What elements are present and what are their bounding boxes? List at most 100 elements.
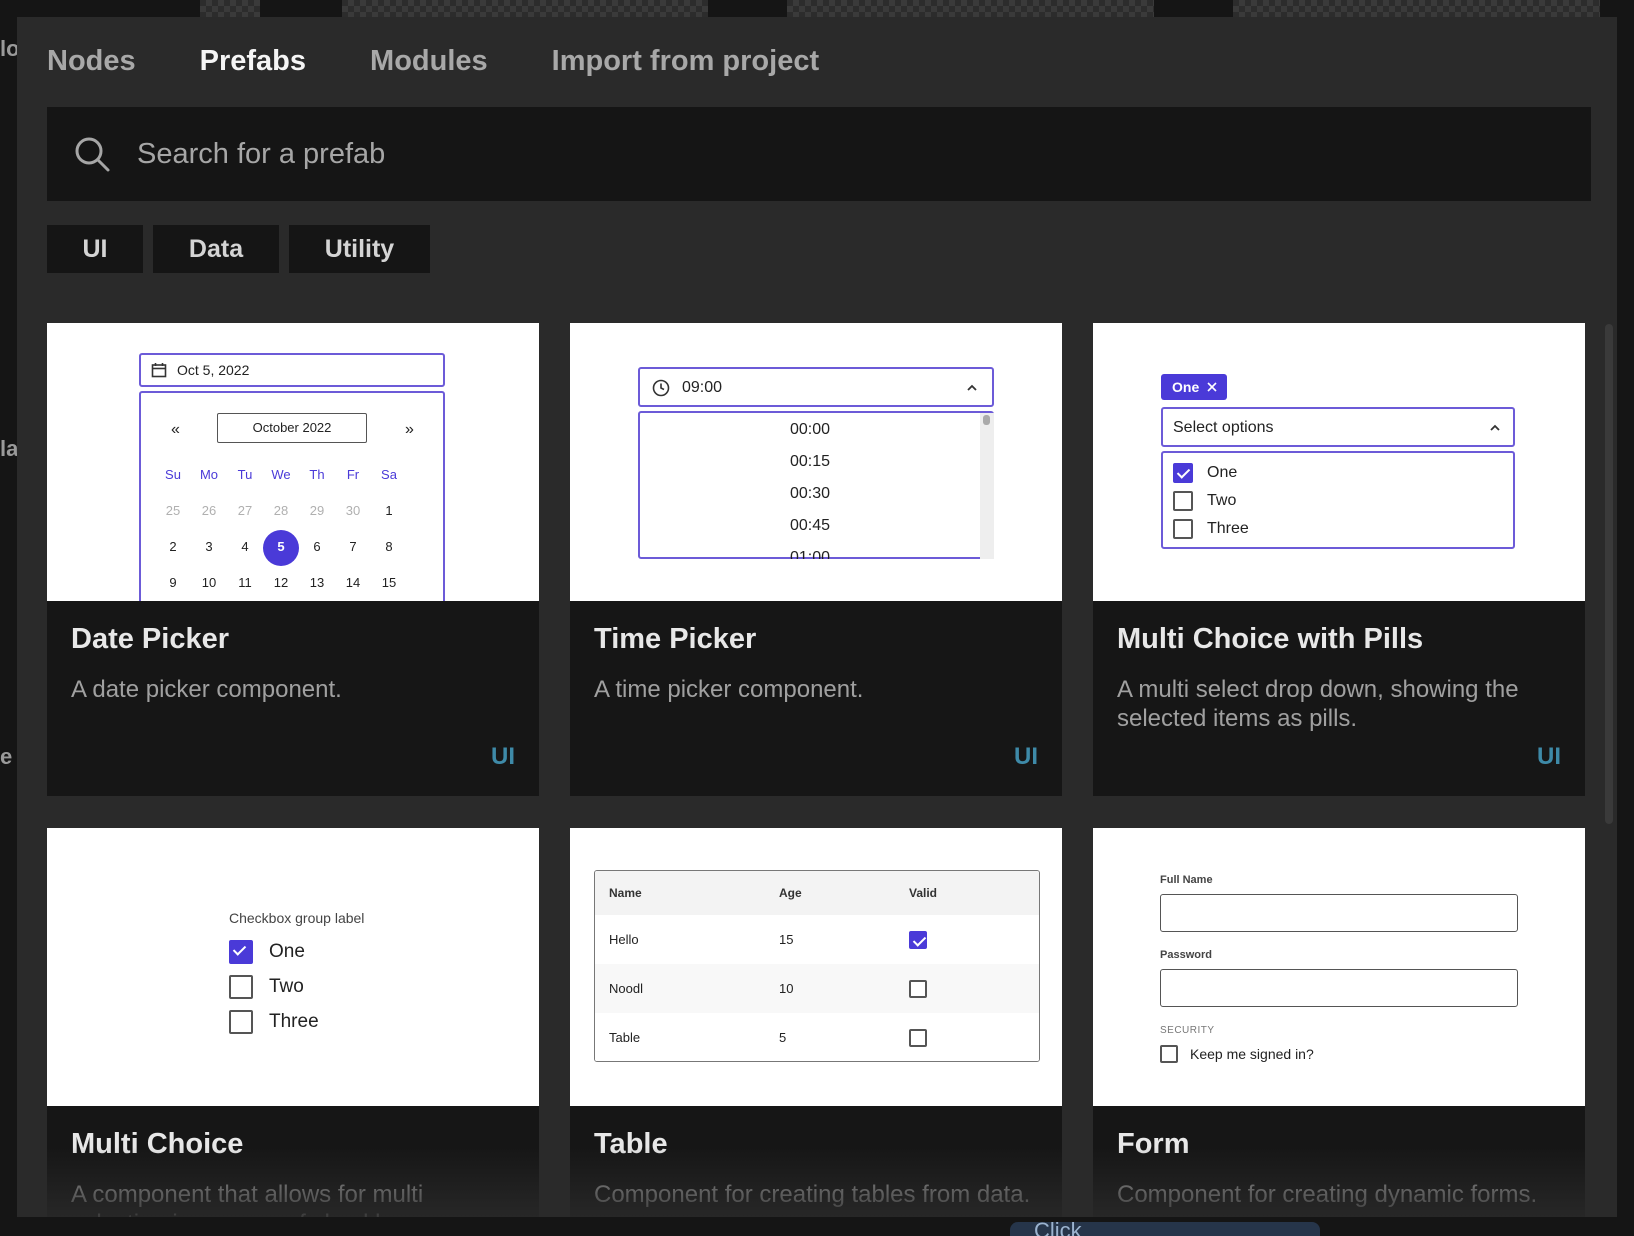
- chevron-up-icon: [967, 384, 977, 391]
- time-option: 00:00: [789, 421, 831, 438]
- prefab-card-table[interactable]: Name Age Valid Hello 15 Noodl 10 Table 5: [570, 828, 1062, 1217]
- calendar-day: 28: [273, 503, 289, 518]
- checkbox: [1173, 491, 1193, 511]
- card-category-tag: UI: [1537, 743, 1561, 770]
- card-category-tag: UI: [491, 743, 515, 770]
- cell-name: Table: [609, 1030, 641, 1045]
- calendar-day: 11: [238, 575, 252, 590]
- time-options-list-preview: 00:00 00:15 00:30 00:45 01:00: [638, 411, 994, 559]
- options-list-preview: One Two Three: [1161, 451, 1515, 549]
- pill-label: One: [1172, 379, 1200, 395]
- search-bar: [47, 107, 1591, 201]
- option-label: Three: [269, 1011, 319, 1032]
- tab-nodes[interactable]: Nodes: [47, 45, 136, 78]
- option-label: One: [269, 941, 305, 962]
- time-option: 00:45: [789, 517, 831, 534]
- list-scrollbar: [980, 413, 994, 559]
- calendar-day: 4: [241, 539, 249, 554]
- filter-data-button[interactable]: Data: [153, 225, 279, 273]
- card-title: Form: [1117, 1128, 1190, 1160]
- canvas-tile: [787, 0, 1154, 17]
- table-row: Hello 15: [595, 915, 1039, 964]
- field-label: Password: [1160, 949, 1212, 961]
- category-filters: UI Data Utility: [47, 225, 430, 273]
- checkbox-checked: [1173, 463, 1193, 483]
- prefab-card-multi-choice-pills[interactable]: One Select options One Two Three Multi C…: [1093, 323, 1585, 796]
- option-label: Two: [1207, 492, 1237, 509]
- time-option: 00:30: [789, 485, 831, 502]
- form-preview: Full Name Password SECURITY Keep me sign…: [1093, 828, 1585, 1106]
- card-description: A component that allows for multi select…: [71, 1181, 446, 1217]
- table-header-row: Name Age Valid: [595, 871, 1039, 915]
- cell-age: 5: [779, 1030, 787, 1045]
- password-field: [1160, 969, 1518, 1007]
- checkbox-checked: [229, 940, 253, 964]
- prefab-card-multi-choice[interactable]: Checkbox group label One Two Three Multi…: [47, 828, 539, 1217]
- calendar-popup-preview: « October 2022 » Su Mo Tu We Th Fr Sa 25 26 27 28…: [139, 391, 445, 601]
- calendar-day: 2: [169, 539, 177, 554]
- search-input[interactable]: [137, 137, 1437, 171]
- calendar-day: 30: [345, 503, 361, 518]
- card-title: Multi Choice with Pills: [1117, 623, 1424, 655]
- background-label: e: [0, 744, 13, 769]
- valid-checkbox: [909, 1029, 927, 1047]
- date-input-value: Oct 5, 2022: [177, 362, 250, 378]
- prev-month-icon: «: [171, 421, 180, 438]
- weekday-label: Sa: [381, 467, 397, 482]
- multi-choice-pills-preview: One Select options One Two Three: [1093, 323, 1585, 601]
- background-button-label: Click: [1034, 1218, 1082, 1236]
- tab-prefabs[interactable]: Prefabs: [200, 45, 306, 78]
- select-input-preview: Select options: [1161, 407, 1515, 447]
- table-row: Noodl 10: [595, 964, 1039, 1013]
- close-icon: [1207, 382, 1217, 392]
- time-options: 00:00 00:15 00:30 00:45 01:00: [640, 413, 980, 559]
- time-picker-preview: 09:00 00:00 00:15 00:30 00:45 01:00: [570, 323, 1062, 601]
- cell-name: Noodl: [609, 981, 643, 996]
- prefab-card-date-picker[interactable]: Oct 5, 2022 « October 2022 » Su Mo Tu We Th F…: [47, 323, 539, 796]
- full-name-field: [1160, 894, 1518, 932]
- month-label: October 2022: [217, 413, 367, 443]
- calendar-day: 6: [313, 539, 321, 554]
- filter-utility-button[interactable]: Utility: [289, 225, 430, 273]
- cell-age: 10: [779, 981, 794, 996]
- calendar-icon: [151, 363, 167, 378]
- checkbox: [229, 975, 253, 999]
- tab-bar: Nodes Prefabs Modules Import from projec…: [47, 45, 819, 78]
- table-frame: Name Age Valid Hello 15 Noodl 10 Table 5: [594, 870, 1040, 1062]
- select-placeholder: Select options: [1173, 419, 1274, 436]
- card-title: Multi Choice: [71, 1128, 244, 1160]
- canvas-tile: [342, 0, 708, 17]
- section-label: SECURITY: [1160, 1025, 1215, 1036]
- checkbox: [229, 1010, 253, 1034]
- prefab-card-time-picker[interactable]: 09:00 00:00 00:15 00:30 00:45 01:00 Time…: [570, 323, 1062, 796]
- time-option: 00:15: [789, 453, 831, 470]
- calendar-day: 10: [201, 575, 217, 590]
- card-title: Date Picker: [71, 623, 229, 655]
- keep-signed-in-checkbox: [1160, 1045, 1178, 1063]
- tab-modules[interactable]: Modules: [370, 45, 488, 78]
- calendar-day: 7: [349, 539, 357, 554]
- filter-ui-button[interactable]: UI: [47, 225, 143, 273]
- selected-pill: One: [1161, 374, 1227, 400]
- checkbox-label: Keep me signed in?: [1190, 1046, 1314, 1062]
- calendar-day: 15: [381, 575, 397, 590]
- field-label: Full Name: [1160, 874, 1213, 886]
- column-header: Age: [779, 886, 802, 900]
- calendar-day: 9: [169, 575, 177, 590]
- calendar-day: 1: [385, 503, 393, 518]
- card-description: A date picker component.: [71, 676, 342, 703]
- scrollbar-thumb[interactable]: [1605, 324, 1613, 824]
- card-description: A time picker component.: [594, 676, 864, 703]
- multi-choice-preview: Checkbox group label One Two Three: [47, 828, 539, 1106]
- next-month-icon: »: [405, 421, 414, 438]
- calendar-day: 3: [205, 539, 213, 554]
- calendar-day: 13: [309, 575, 325, 590]
- tab-import-from-project[interactable]: Import from project: [552, 45, 819, 78]
- prefab-card-form[interactable]: Full Name Password SECURITY Keep me sign…: [1093, 828, 1585, 1217]
- calendar-day: 29: [309, 503, 325, 518]
- canvas-tile: [1233, 0, 1600, 17]
- weekday-label: Fr: [346, 467, 360, 482]
- card-description: Component for creating dynamic forms.: [1117, 1181, 1538, 1208]
- calendar-day: 26: [201, 503, 217, 518]
- cell-age: 15: [779, 932, 794, 947]
